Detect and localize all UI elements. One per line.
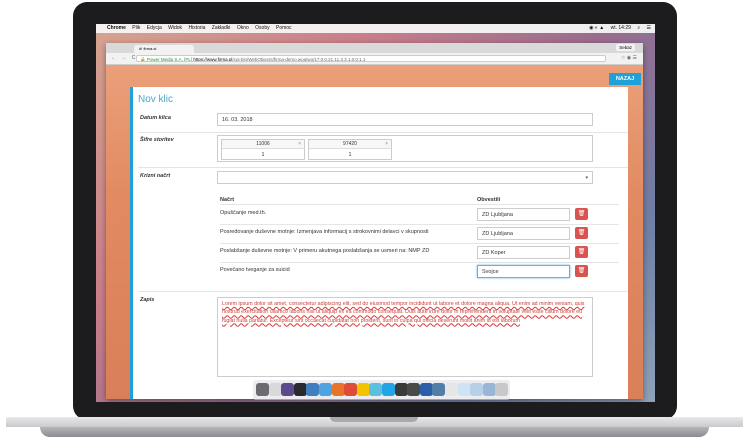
laptop-notch	[330, 417, 418, 422]
extension-icons[interactable]: ☆ ◉ ☰	[621, 53, 637, 64]
cert-owner: Power Media S.A. [PL]	[146, 57, 193, 62]
browser-window: #! firma.si Sebaz ← → C 🔒 Power Media S.…	[106, 43, 643, 399]
sifra-qty[interactable]: 1	[222, 149, 304, 161]
dock-app-icon[interactable]	[382, 383, 395, 396]
divider	[220, 262, 619, 263]
url-path: /cgi-bin/WebObjects/firma-demo.woa/wo/17…	[232, 57, 366, 62]
dock-app-icon[interactable]	[319, 383, 332, 396]
dock-app-icon[interactable]	[407, 383, 421, 396]
krizni-label: Krizni načrt	[140, 173, 171, 179]
url-host: https://www.firma.pl	[193, 57, 233, 62]
datum-input[interactable]: 16. 03. 2018	[217, 113, 593, 126]
menu-historia[interactable]: Historia	[188, 25, 205, 31]
lock-icon: 🔒	[140, 57, 146, 62]
sifra-code: 97420	[343, 141, 357, 147]
krizni-select[interactable]: ▾	[217, 171, 593, 184]
trash-icon[interactable]: 🗑	[575, 227, 588, 239]
sifra-code: 11006	[256, 141, 270, 147]
obvestili-input[interactable]: ZD Koper	[477, 246, 570, 259]
obvestili-input[interactable]: Svojce	[477, 265, 570, 278]
mac-dock	[253, 380, 510, 400]
divider	[138, 132, 628, 133]
remove-icon[interactable]: ×	[298, 140, 301, 148]
screen: Chrome Plik Edycja Widok Historia Zakład…	[96, 24, 655, 402]
plan-row-text: Posredovanje duševne motnje: Izmenjava i…	[220, 229, 429, 235]
trash-icon[interactable]: 🗑	[575, 208, 588, 220]
dock-app-icon[interactable]	[482, 383, 496, 396]
sifre-container[interactable]: 11006 × 1 97420 × 1	[217, 135, 593, 162]
wifi-icon[interactable]: ◉ ◐ ▲	[589, 25, 604, 31]
menu-widok[interactable]: Widok	[168, 25, 182, 31]
menu-okno[interactable]: Okno	[237, 25, 249, 31]
divider	[220, 224, 619, 225]
sifra-item[interactable]: 97420 × 1	[308, 139, 392, 160]
col-nacrt: Načrt	[220, 197, 235, 203]
menu-plik[interactable]: Plik	[132, 25, 140, 31]
sifra-item[interactable]: 11006 × 1	[221, 139, 305, 160]
divider	[220, 243, 619, 244]
browser-tab[interactable]: #! firma.si	[134, 45, 194, 53]
obvestili-input[interactable]: ZD Ljubljana	[477, 227, 570, 240]
plan-row-text: Poslabšanje duševne motnje: V primeru ak…	[220, 248, 430, 254]
menu-chrome[interactable]: Chrome	[107, 25, 126, 31]
dock-app-icon[interactable]	[457, 383, 471, 396]
zapis-textarea[interactable]: Lorem ipsum dolor sit amet, consectetur …	[217, 297, 593, 377]
clock-text: wt. 14:29	[610, 25, 631, 31]
dock-app-icon[interactable]	[281, 383, 295, 396]
dock-app-icon[interactable]	[470, 383, 484, 396]
trash-icon[interactable]: 🗑	[575, 246, 588, 258]
dock-app-icon[interactable]	[331, 383, 345, 396]
profile-button[interactable]: Sebaz	[616, 44, 635, 51]
plan-row-text: Povečano tveganje za suicid	[220, 267, 290, 273]
tab-bar: #! firma.si Sebaz	[106, 43, 643, 58]
dock-app-icon[interactable]	[394, 383, 408, 396]
menu-zakladki[interactable]: Zakładki	[212, 25, 231, 31]
dock-app-icon[interactable]	[356, 383, 370, 396]
web-page: NAZAJ Nov klic Datum klica 16. 03. 2018 …	[106, 65, 643, 399]
dock-app-icon[interactable]	[306, 383, 320, 396]
divider	[138, 291, 628, 292]
dock-app-icon[interactable]	[256, 383, 269, 396]
search-icon[interactable]: ⌕	[637, 25, 640, 31]
col-obvestili: Obvestili	[477, 197, 501, 203]
menu-pomoc[interactable]: Pomoc	[276, 25, 292, 31]
zapis-text: Lorem ipsum dolor sit amet, consectetur …	[222, 301, 585, 324]
page-title: Nov klic	[138, 94, 174, 105]
caret-down-icon: ▾	[585, 175, 588, 181]
menu-list-icon[interactable]: ☰	[647, 25, 651, 31]
back-button[interactable]: NAZAJ	[609, 73, 641, 85]
dock-app-icon[interactable]	[293, 383, 307, 396]
laptop-base-bottom	[40, 427, 709, 437]
dock-app-icon[interactable]	[369, 383, 383, 396]
dock-app-icon[interactable]	[432, 383, 446, 396]
dock-app-icon[interactable]	[419, 383, 433, 396]
sifre-label: Šifre storitev	[140, 137, 174, 143]
trash-icon[interactable]: 🗑	[575, 265, 588, 277]
divider	[138, 167, 628, 168]
laptop-base	[0, 417, 749, 442]
zapis-label: Zapis	[140, 297, 155, 303]
dock-app-icon[interactable]	[495, 383, 509, 396]
nav-buttons[interactable]: ← → C	[111, 53, 137, 64]
obvestili-input[interactable]: ZD Ljubljana	[477, 208, 570, 221]
sifra-qty[interactable]: 1	[309, 149, 391, 161]
dock-app-icon[interactable]	[268, 383, 282, 396]
menubar-clock[interactable]: ◉ ◐ ▲ wt. 14:29 ⌕ ☰	[584, 24, 651, 33]
datum-label: Datum klica	[140, 115, 171, 121]
form-card: Nov klic Datum klica 16. 03. 2018 Šifre …	[130, 87, 628, 399]
remove-icon[interactable]: ×	[385, 140, 388, 148]
mac-menubar: Chrome Plik Edycja Widok Historia Zakład…	[96, 24, 655, 33]
url-input[interactable]: 🔒 Power Media S.A. [PL] https://www.firm…	[136, 55, 606, 62]
address-bar-row: ← → C 🔒 Power Media S.A. [PL] https://ww…	[106, 53, 643, 65]
plan-row-text: Opuščanje med.th.	[220, 210, 267, 216]
dock-app-icon[interactable]	[344, 383, 358, 396]
divider	[220, 204, 619, 205]
menu-edycja[interactable]: Edycja	[147, 25, 162, 31]
menu-osoby[interactable]: Osoby	[255, 25, 269, 31]
dock-app-icon[interactable]	[445, 383, 458, 396]
